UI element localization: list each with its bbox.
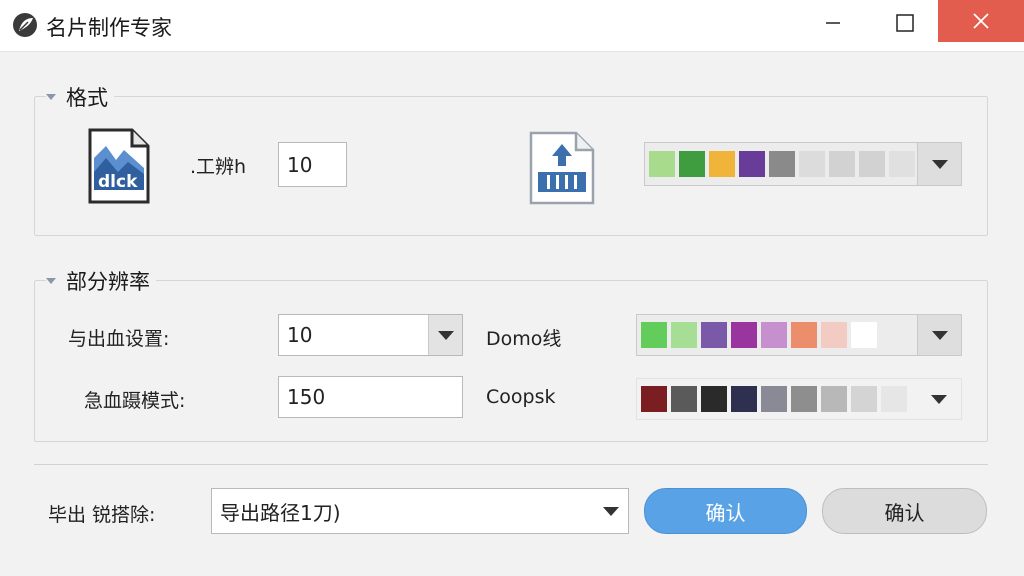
coopsk-palette-swatch <box>821 386 847 412</box>
title-bar: 名片制作专家 <box>0 0 1024 52</box>
coopsk-palette-dropdown[interactable] <box>636 378 962 420</box>
confirm-button-secondary[interactable]: 确认 <box>822 488 987 534</box>
chevron-down-icon <box>931 330 948 340</box>
image-file-icon: dlck <box>88 128 150 204</box>
file-icon-label: dlck <box>98 172 138 192</box>
crop-mode-input[interactable]: 150 <box>278 376 463 418</box>
combo-palette-swatch <box>701 322 727 348</box>
chevron-down-icon <box>931 159 948 169</box>
close-button[interactable] <box>938 0 1024 42</box>
bleed-select-arrow[interactable] <box>428 315 462 355</box>
bleed-select-value: 10 <box>287 323 313 347</box>
close-icon <box>973 13 989 29</box>
format-palette-arrow[interactable] <box>917 143 961 185</box>
resolution-group-header[interactable]: 部分辨率 <box>46 268 156 294</box>
combo-line-label: Domo线 <box>486 328 562 350</box>
coopsk-palette-swatch <box>641 386 667 412</box>
collapse-triangle-icon <box>46 94 56 100</box>
format-palette-swatch <box>679 151 705 177</box>
coopsk-palette-swatch <box>671 386 697 412</box>
format-palette-swatch <box>769 151 795 177</box>
format-group-header[interactable]: 格式 <box>46 84 114 110</box>
upload-document-icon[interactable] <box>528 130 596 206</box>
combo-palette-swatch <box>851 322 877 348</box>
format-palette-swatch <box>799 151 825 177</box>
chevron-down-icon <box>931 394 947 404</box>
coopsk-palette-swatch <box>851 386 877 412</box>
format-palette-swatch <box>709 151 735 177</box>
combo-palette-swatch <box>731 322 757 348</box>
divider <box>34 464 988 465</box>
combo-palette-swatch <box>641 322 667 348</box>
coopsk-palette-swatch <box>791 386 817 412</box>
leaf-logo-icon <box>13 13 37 37</box>
minimize-icon <box>826 22 840 24</box>
chevron-down-icon <box>437 330 454 340</box>
resolution-group-title: 部分辨率 <box>66 270 150 294</box>
size-input[interactable]: 10 <box>278 142 347 187</box>
minimize-button[interactable] <box>804 0 862 46</box>
export-path-value: 导出路径1刀) <box>220 500 341 525</box>
maximize-button[interactable] <box>876 0 934 46</box>
combo-palette-arrow[interactable] <box>917 315 961 355</box>
format-group-title: 格式 <box>66 86 108 110</box>
combo-palette-swatch <box>761 322 787 348</box>
maximize-icon <box>896 14 914 32</box>
combo-palette-swatch <box>791 322 817 348</box>
window-title: 名片制作专家 <box>46 16 172 40</box>
export-path-select[interactable]: 导出路径1刀) <box>211 488 629 534</box>
format-palette-swatch <box>829 151 855 177</box>
bleed-select[interactable]: 10 <box>278 314 463 356</box>
export-label: 毕出 锐搭除: <box>48 504 156 526</box>
size-label: .工辨h <box>190 156 247 178</box>
collapse-triangle-icon <box>46 278 56 284</box>
coopsk-palette-swatch <box>881 386 907 412</box>
format-palette-swatch <box>859 151 885 177</box>
combo-line-palette-dropdown[interactable] <box>636 314 962 356</box>
coopsk-palette-swatch <box>761 386 787 412</box>
combo-palette-swatch <box>671 322 697 348</box>
format-palette-dropdown[interactable] <box>644 142 962 186</box>
crop-mode-label: 急血蹑模式: <box>84 390 186 412</box>
export-path-arrow[interactable] <box>594 489 628 533</box>
coopsk-palette-swatch <box>731 386 757 412</box>
chevron-down-icon <box>603 506 619 516</box>
combo-palette-swatch <box>821 322 847 348</box>
coopsk-palette-arrow[interactable] <box>917 379 961 419</box>
bleed-label: 与出血设置: <box>68 328 170 350</box>
coopsk-label: Coopsk <box>486 386 556 408</box>
format-palette-swatch <box>889 151 915 177</box>
confirm-button-primary[interactable]: 确认 <box>644 488 807 534</box>
format-palette-swatch <box>649 151 675 177</box>
coopsk-palette-swatch <box>701 386 727 412</box>
format-palette-swatch <box>739 151 765 177</box>
